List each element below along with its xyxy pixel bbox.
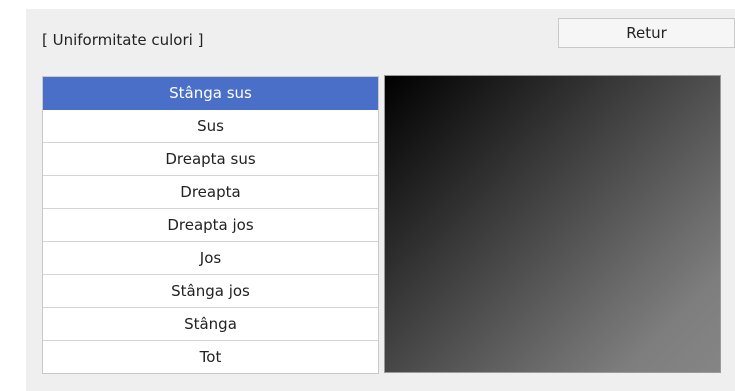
menu-item-top-right[interactable]: Dreapta sus bbox=[43, 143, 378, 176]
position-menu: Stânga sus Sus Dreapta sus Dreapta Dreap… bbox=[42, 76, 379, 374]
menu-item-top-left[interactable]: Stânga sus bbox=[43, 77, 378, 110]
return-button[interactable]: Retur bbox=[558, 18, 735, 48]
page-title: [ Uniformitate culori ] bbox=[42, 31, 204, 49]
menu-item-left[interactable]: Stânga bbox=[43, 308, 378, 341]
menu-item-all[interactable]: Tot bbox=[43, 341, 378, 373]
menu-item-bottom[interactable]: Jos bbox=[43, 242, 378, 275]
gradient-preview bbox=[384, 75, 721, 373]
menu-item-top[interactable]: Sus bbox=[43, 110, 378, 143]
color-uniformity-panel: [ Uniformitate culori ] Retur Stânga sus… bbox=[26, 9, 735, 391]
menu-item-right[interactable]: Dreapta bbox=[43, 176, 378, 209]
menu-item-bottom-right[interactable]: Dreapta jos bbox=[43, 209, 378, 242]
menu-item-bottom-left[interactable]: Stânga jos bbox=[43, 275, 378, 308]
